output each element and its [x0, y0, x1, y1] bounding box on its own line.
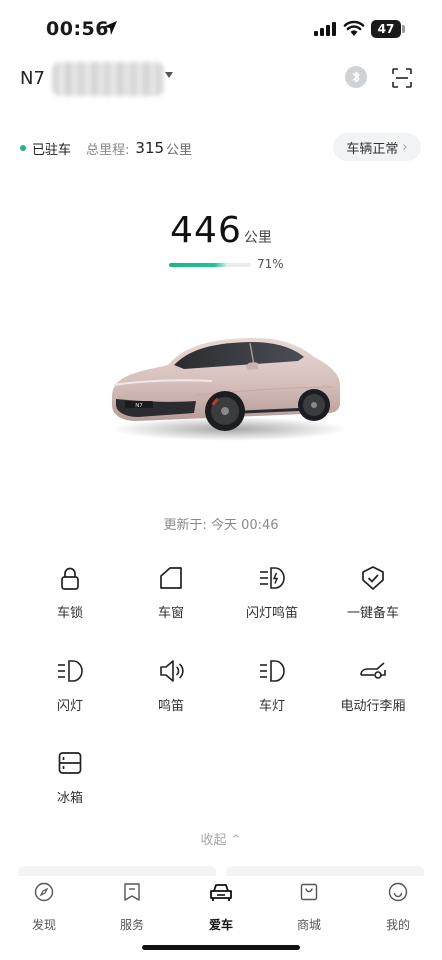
battery-tip	[402, 25, 405, 33]
bookmark-icon	[124, 883, 140, 901]
vehicle-status-button[interactable]: 车辆正常 ›	[333, 133, 421, 161]
tab-mall[interactable]: 商城	[265, 882, 353, 932]
tab-me-label: 我的	[385, 918, 410, 932]
scan-icon[interactable]	[392, 68, 412, 88]
battery-level-fill	[169, 263, 228, 267]
status-bar: 00:56 47	[0, 0, 442, 56]
car-image[interactable]: N7	[100, 325, 350, 450]
chevron-right-icon: ›	[402, 139, 408, 155]
control-power-trunk-label: 电动行李厢	[340, 699, 406, 714]
park-status: 已驻车	[32, 142, 72, 158]
park-status-dot	[20, 145, 26, 151]
smiley-icon	[388, 882, 408, 902]
shield-check-icon	[362, 566, 384, 590]
lock-icon	[61, 567, 79, 590]
compass-icon	[34, 882, 54, 902]
card-peek-right	[226, 866, 424, 876]
window-icon	[160, 567, 182, 589]
control-horn[interactable]: 鸣笛	[116, 658, 226, 728]
vehicle-model-title[interactable]: N7	[20, 68, 45, 89]
control-prep-car-label: 一键备车	[346, 606, 399, 621]
collapse-label: 收起	[200, 833, 227, 848]
collapse-toggle[interactable]: 收起 ⌃	[0, 829, 442, 848]
headlight-icon	[58, 660, 83, 682]
chevron-up-icon: ⌃	[230, 833, 242, 848]
control-horn-label: 鸣笛	[157, 699, 184, 714]
control-window-label: 车窗	[157, 606, 184, 621]
last-updated: 更新于: 今天 00:46	[163, 518, 279, 533]
range-value: 446	[170, 210, 242, 251]
home-indicator[interactable]	[142, 945, 300, 950]
battery-indicator: 47	[371, 20, 401, 38]
tab-service[interactable]: 服务	[88, 882, 176, 932]
control-car-light-label: 车灯	[258, 699, 285, 714]
control-fridge-label: 冰箱	[56, 791, 83, 806]
control-car-light[interactable]: 车灯	[217, 658, 327, 728]
odometer-unit: 公里	[166, 142, 193, 158]
card-peek-left	[18, 866, 216, 876]
car-badge: N7	[135, 403, 143, 409]
control-flash[interactable]: 闪灯	[15, 658, 125, 728]
flash-horn-icon	[260, 567, 285, 589]
vehicle-status-label: 车辆正常	[346, 141, 399, 157]
odometer-value: 315	[135, 139, 165, 157]
chevron-down-icon[interactable]	[165, 72, 173, 78]
tab-service-label: 服务	[119, 918, 144, 932]
car-icon	[210, 884, 232, 901]
control-flash-horn-label: 闪灯鸣笛	[245, 606, 298, 621]
cellular-signal-icon	[314, 22, 336, 36]
shopping-bag-icon	[300, 883, 318, 901]
control-flash-horn[interactable]: 闪灯鸣笛	[217, 565, 327, 635]
tab-discover[interactable]: 发现	[0, 882, 88, 932]
battery-level-bar	[169, 263, 251, 267]
bluetooth-icon	[352, 71, 360, 83]
control-fridge[interactable]: 冰箱	[15, 750, 125, 820]
vehicle-status-row: 已驻车 总里程: 315 公里	[20, 138, 192, 158]
control-lock-label: 车锁	[56, 606, 83, 621]
car-light-icon	[260, 660, 285, 682]
tab-me[interactable]: 我的	[354, 882, 442, 932]
range-display: 446 公里	[0, 210, 442, 251]
tab-my-car-label: 爱车	[208, 918, 233, 932]
tab-my-car[interactable]: 爱车	[177, 882, 265, 932]
vehicle-name-redacted	[52, 62, 164, 96]
control-power-trunk[interactable]: 电动行李厢	[318, 658, 428, 728]
odometer-label: 总里程:	[86, 142, 130, 158]
tab-mall-label: 商城	[296, 918, 321, 932]
control-lock[interactable]: 车锁	[15, 565, 125, 635]
status-time: 00:56	[46, 18, 109, 40]
fridge-icon	[58, 752, 82, 774]
battery-percent: 71%	[257, 257, 284, 271]
control-window[interactable]: 车窗	[116, 565, 226, 635]
horn-icon	[160, 660, 184, 682]
control-prep-car[interactable]: 一键备车	[318, 565, 428, 635]
tab-discover-label: 发现	[31, 918, 56, 932]
location-arrow-icon	[103, 21, 117, 35]
range-unit: 公里	[243, 230, 272, 246]
control-flash-label: 闪灯	[56, 699, 83, 714]
wifi-icon	[343, 20, 365, 36]
bluetooth-key-button[interactable]	[345, 66, 367, 88]
trunk-icon	[360, 662, 386, 679]
